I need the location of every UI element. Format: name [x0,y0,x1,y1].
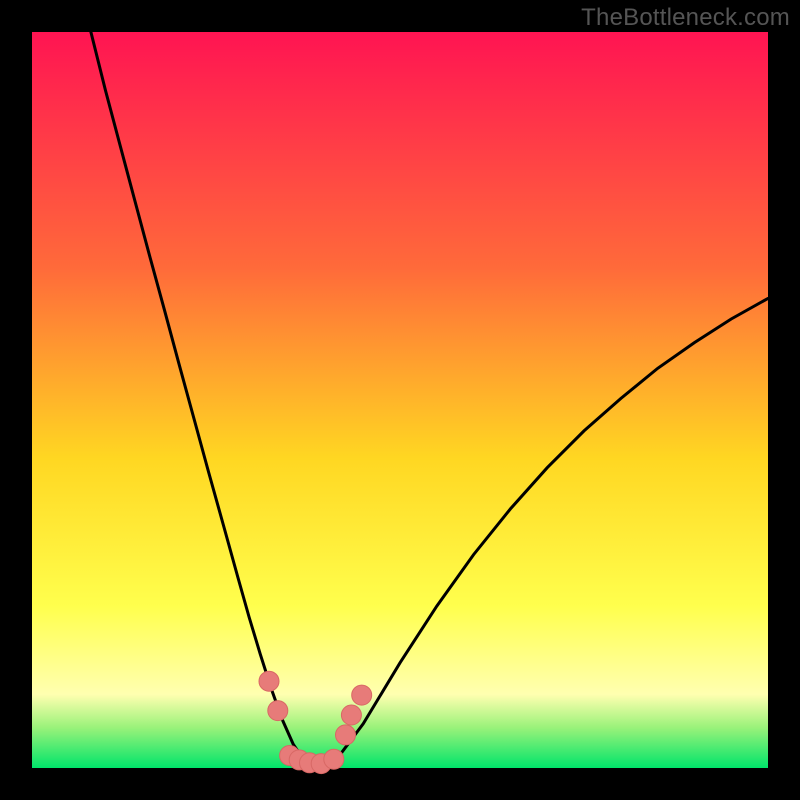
data-point [336,725,356,745]
data-point [324,749,344,769]
data-point [259,671,279,691]
data-point [268,701,288,721]
data-point [352,685,372,705]
plot-background [32,32,768,768]
bottleneck-chart [0,0,800,800]
chart-frame: TheBottleneck.com [0,0,800,800]
data-point [341,705,361,725]
